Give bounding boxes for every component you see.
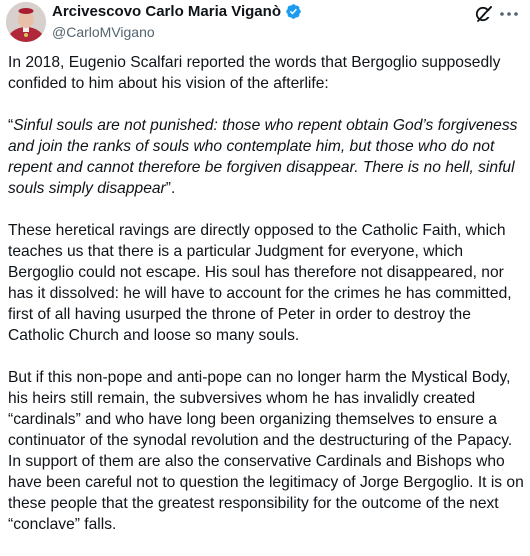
post-quote: Sinful souls are not punished: those who…	[8, 117, 518, 197]
avatar[interactable]	[6, 2, 46, 42]
more-options-icon[interactable]	[497, 5, 521, 23]
verified-badge-icon	[285, 3, 302, 20]
author-handle[interactable]: @CarloMVigano	[52, 24, 155, 40]
post-header: Arcivescovo Carlo Maria Viganò @CarloMVi…	[0, 0, 530, 44]
quote-close-mark: ”.	[165, 180, 176, 197]
post-body: In 2018, Eugenio Scalfari reported the w…	[8, 52, 524, 556]
post-paragraph: In 2018, Eugenio Scalfari reported the w…	[8, 54, 501, 92]
post-paragraph: These heretical ravings are directly opp…	[8, 222, 512, 344]
post-paragraph: But if this non-pope and anti-pope can n…	[8, 369, 524, 533]
grok-icon[interactable]	[474, 4, 494, 24]
post-quote-paragraph: “Sinful souls are not punished: those wh…	[8, 115, 524, 199]
author-display-name[interactable]: Arcivescovo Carlo Maria Viganò	[52, 3, 281, 20]
